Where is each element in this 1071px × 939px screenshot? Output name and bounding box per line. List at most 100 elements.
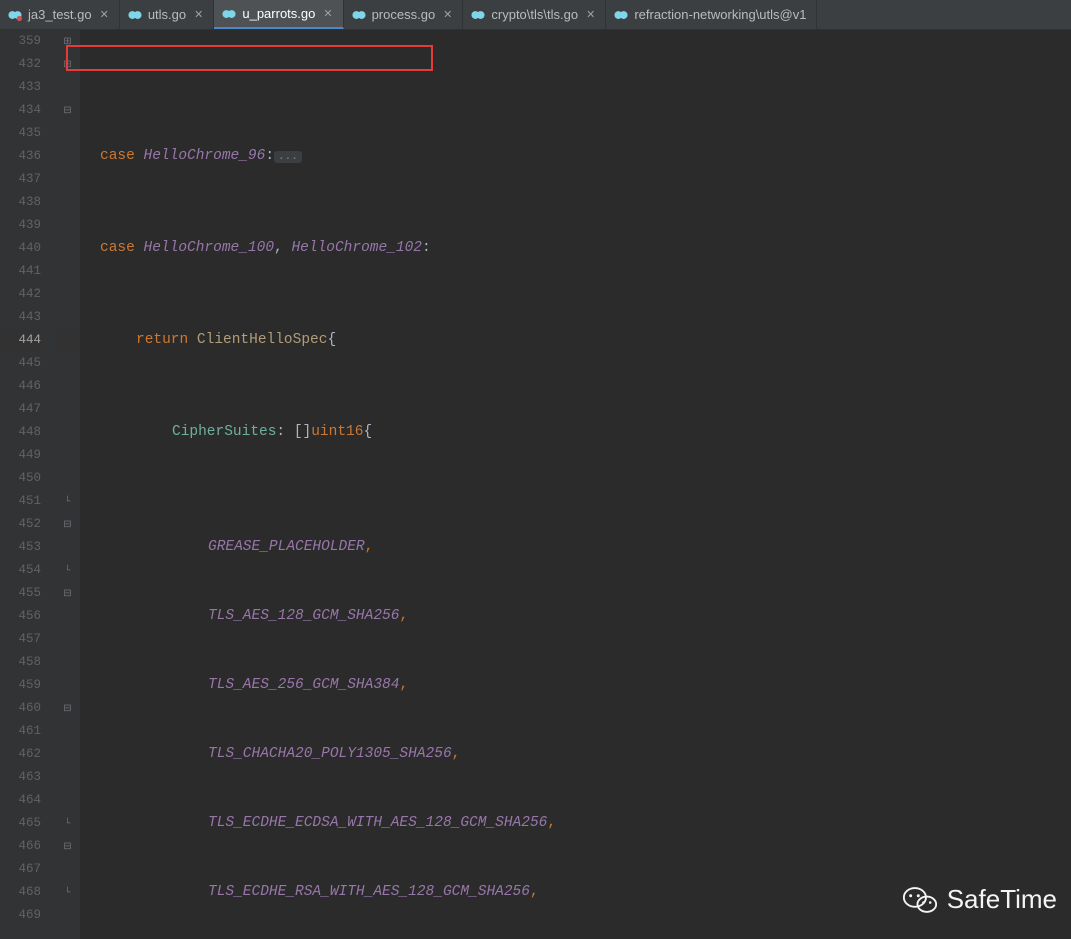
tab-label: refraction-networking\utls@v1	[634, 7, 806, 22]
line-number: 457	[0, 628, 41, 651]
line-number: 468	[0, 881, 41, 904]
line-number: 444	[0, 329, 41, 352]
ellipsis: ...	[274, 151, 302, 163]
fold-gutter-row	[56, 398, 79, 421]
line-number-gutter: 3594324334344354364374384394404414424434…	[0, 30, 56, 939]
fold-gutter-row	[56, 651, 79, 674]
fold-gutter-row[interactable]: └	[56, 559, 79, 582]
fold-gutter-row[interactable]: ⊟	[56, 99, 79, 122]
fold-gutter-row	[56, 329, 79, 352]
line-number: 464	[0, 789, 41, 812]
tab-label: u_parrots.go	[242, 6, 315, 21]
go-file-icon	[352, 8, 366, 22]
field: CipherSuites	[172, 424, 276, 440]
line-number: 445	[0, 352, 41, 375]
fold-gutter-row[interactable]: ⊟	[56, 697, 79, 720]
close-icon[interactable]: ✕	[194, 8, 203, 21]
tab-u-parrots[interactable]: u_parrots.go ✕	[214, 0, 343, 29]
fold-gutter-row[interactable]: ⊟	[56, 53, 79, 76]
fold-gutter-row	[56, 720, 79, 743]
fold-gutter-row	[56, 628, 79, 651]
type: uint16	[311, 424, 363, 440]
line-number: 452	[0, 513, 41, 536]
close-icon[interactable]: ✕	[100, 8, 109, 21]
fold-gutter-row	[56, 214, 79, 237]
fold-expand-icon[interactable]: ⊞	[63, 37, 71, 48]
line-number: 437	[0, 168, 41, 191]
fold-gutter-row	[56, 743, 79, 766]
fold-collapse-icon[interactable]: ⊟	[63, 520, 71, 531]
close-icon[interactable]: ✕	[586, 8, 595, 21]
fold-gutter-row	[56, 306, 79, 329]
cipher-const: TLS_ECDHE_ECDSA_WITH_AES_128_GCM_SHA256	[208, 815, 547, 831]
tab-refraction[interactable]: refraction-networking\utls@v1	[606, 0, 817, 29]
tab-bar: ja3_test.go ✕ utls.go ✕ u_parrots.go ✕ p…	[0, 0, 1071, 30]
line-number: 455	[0, 582, 41, 605]
fold-gutter-row	[56, 122, 79, 145]
line-number: 435	[0, 122, 41, 145]
fold-gutter-row[interactable]: └	[56, 490, 79, 513]
line-number: 467	[0, 858, 41, 881]
type-name: ClientHelloSpec	[197, 332, 328, 348]
fold-gutter-row	[56, 421, 79, 444]
line-number: 440	[0, 237, 41, 260]
fold-gutter-row	[56, 904, 79, 927]
close-icon[interactable]: ✕	[323, 7, 332, 20]
fold-gutter-row[interactable]: ⊟	[56, 582, 79, 605]
code-editor[interactable]: 3594324334344354364374384394404414424434…	[0, 30, 1071, 939]
fold-collapse-icon[interactable]: ⊟	[63, 589, 71, 600]
fold-gutter-row	[56, 145, 79, 168]
fold-gutter-row	[56, 260, 79, 283]
line-number: 438	[0, 191, 41, 214]
line-number: 443	[0, 306, 41, 329]
line-number: 462	[0, 743, 41, 766]
tab-crypto-tls[interactable]: crypto\tls\tls.go ✕	[463, 0, 606, 29]
fold-end-icon: └	[64, 566, 70, 577]
cipher-const: TLS_CHACHA20_POLY1305_SHA256	[208, 746, 452, 762]
keyword-case: case	[100, 148, 135, 164]
line-number: 441	[0, 260, 41, 283]
line-number: 469	[0, 904, 41, 927]
case-value: HelloChrome_102	[291, 240, 422, 256]
fold-collapse-icon[interactable]: ⊟	[63, 704, 71, 715]
tab-label: process.go	[372, 7, 436, 22]
fold-gutter-row	[56, 536, 79, 559]
fold-gutter[interactable]: ⊞ ⊟ ⊟ └ ⊟ └ ⊟ ⊟ └ ⊟ └	[56, 30, 80, 939]
go-file-icon	[8, 8, 22, 22]
fold-gutter-row	[56, 375, 79, 398]
fold-gutter-row[interactable]: ⊞	[56, 30, 79, 53]
line-number: 463	[0, 766, 41, 789]
watermark: SafeTime	[903, 884, 1057, 915]
tab-label: ja3_test.go	[28, 7, 92, 22]
keyword-return: return	[136, 332, 188, 348]
fold-gutter-row	[56, 858, 79, 881]
tab-label: crypto\tls\tls.go	[491, 7, 578, 22]
line-number: 432	[0, 53, 41, 76]
line-number: 456	[0, 605, 41, 628]
line-number: 460	[0, 697, 41, 720]
fold-gutter-row[interactable]: └	[56, 812, 79, 835]
fold-collapse-icon[interactable]: ⊟	[63, 842, 71, 853]
close-icon[interactable]: ✕	[443, 8, 452, 21]
fold-gutter-row	[56, 168, 79, 191]
line-number: 448	[0, 421, 41, 444]
line-number: 447	[0, 398, 41, 421]
line-number: 436	[0, 145, 41, 168]
fold-gutter-row[interactable]: ⊟	[56, 835, 79, 858]
watermark-text: SafeTime	[947, 884, 1057, 915]
line-number: 433	[0, 76, 41, 99]
tab-utls[interactable]: utls.go ✕	[120, 0, 215, 29]
fold-collapse-icon[interactable]: ⊟	[63, 60, 71, 71]
tab-process[interactable]: process.go ✕	[344, 0, 464, 29]
line-number: 442	[0, 283, 41, 306]
line-number: 434	[0, 99, 41, 122]
fold-gutter-row[interactable]: └	[56, 881, 79, 904]
case-value: HelloChrome_96	[144, 148, 266, 164]
fold-collapse-icon[interactable]: ⊟	[63, 106, 71, 117]
fold-gutter-row[interactable]: ⊟	[56, 513, 79, 536]
fold-end-icon: └	[64, 497, 70, 508]
code-area[interactable]: case HelloChrome_96:... case HelloChrome…	[80, 30, 1071, 939]
fold-gutter-row	[56, 237, 79, 260]
wechat-icon	[903, 885, 937, 915]
tab-ja3-test[interactable]: ja3_test.go ✕	[0, 0, 120, 29]
